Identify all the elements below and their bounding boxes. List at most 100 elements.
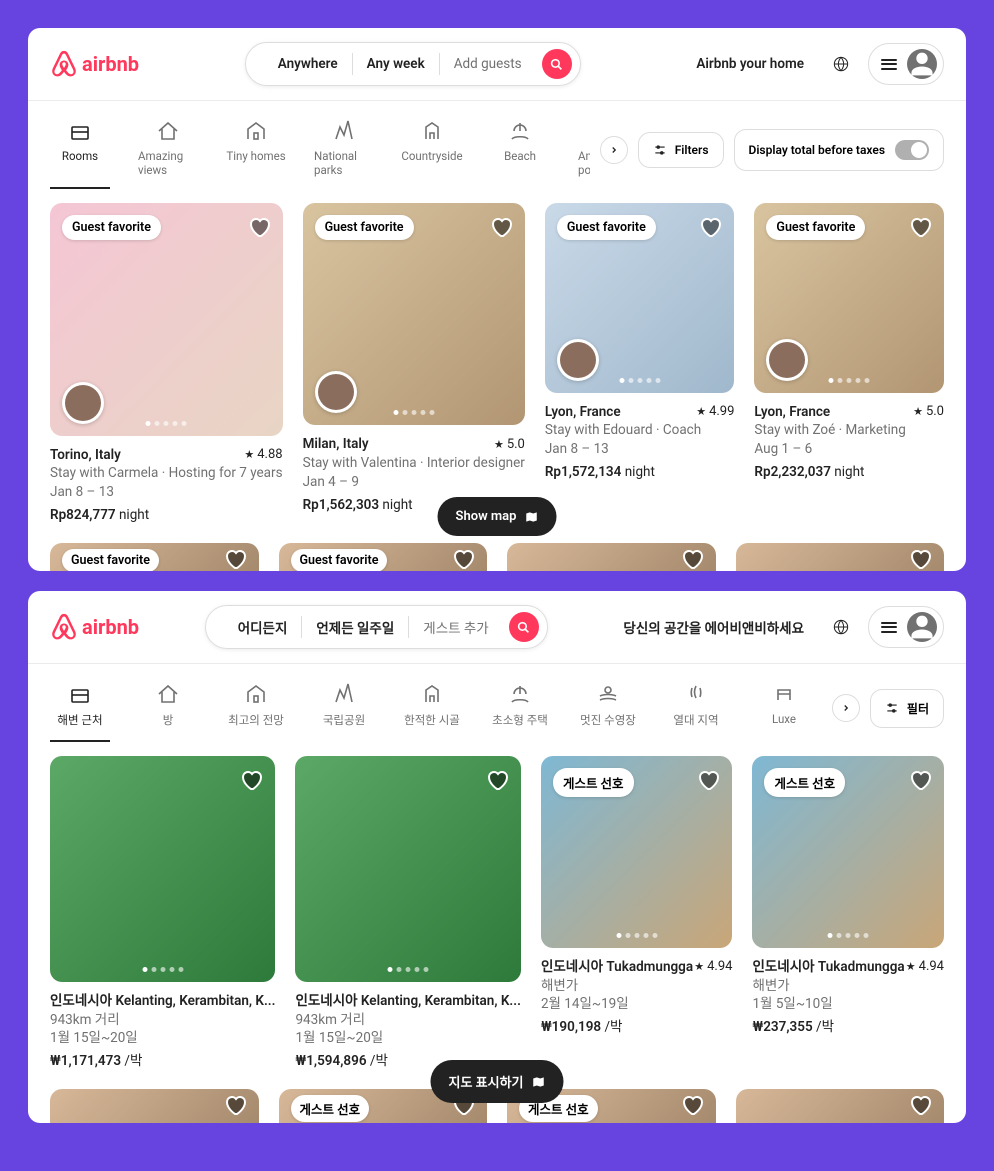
- user-menu[interactable]: [868, 43, 944, 85]
- listing-image[interactable]: [50, 1089, 259, 1123]
- listing-image[interactable]: Guest favorite: [50, 543, 259, 571]
- search-button[interactable]: [542, 49, 572, 79]
- favorite-button[interactable]: [223, 547, 247, 571]
- favorite-button[interactable]: [908, 547, 932, 571]
- host-link[interactable]: 당신의 공간을 에어비앤비하세요: [613, 609, 814, 645]
- listing-image[interactable]: 게스트 선호: [752, 756, 944, 948]
- listing-card[interactable]: Guest favoriteLyon, France5.0Stay with Z…: [754, 203, 944, 525]
- category-해변-근처[interactable]: 해변 근처: [50, 674, 110, 742]
- category-초소형-주택[interactable]: 초소형 주택: [490, 674, 550, 742]
- listing-card[interactable]: Guest favorite: [279, 543, 488, 571]
- listing-image[interactable]: [295, 756, 520, 981]
- airbnb-en-view: airbnb Anywhere Any week Add guests Airb…: [28, 28, 966, 571]
- map-icon: [532, 1075, 546, 1089]
- search-who[interactable]: Add guests: [440, 56, 536, 72]
- category-방[interactable]: 방: [138, 674, 198, 742]
- category-icon: [332, 119, 356, 143]
- listing-card[interactable]: 인도네시아 Kelanting, Kerambitan, K...943km 거…: [295, 756, 520, 1071]
- category-label: Amazing views: [138, 149, 198, 177]
- header: airbnb 어디든지 언제든 일주일 게스트 추가 당신의 공간을 에어비앤비…: [28, 591, 966, 664]
- category-national-parks[interactable]: National parks: [314, 111, 374, 189]
- listing-rating: 4.99: [696, 403, 734, 421]
- category-최고의-전망[interactable]: 최고의 전망: [226, 674, 286, 742]
- listing-dates: 2월 14일~19일: [541, 995, 733, 1014]
- search-where[interactable]: 어디든지: [224, 617, 302, 637]
- search-when[interactable]: Any week: [353, 56, 439, 72]
- search-button[interactable]: [509, 612, 539, 642]
- language-button[interactable]: [824, 47, 858, 81]
- category-amazing-pools[interactable]: Amazing pools: [578, 111, 590, 189]
- listing-card[interactable]: Guest favoriteLyon, France4.99Stay with …: [545, 203, 735, 525]
- listing-card[interactable]: 게스트 선호인도네시아 Tukadmungga4.94해변가1월 5일~10일₩…: [752, 756, 944, 1071]
- category-한적한-시골[interactable]: 한적한 시골: [402, 674, 462, 742]
- listing-image[interactable]: Guest favorite: [50, 203, 283, 436]
- search-who[interactable]: 게스트 추가: [409, 617, 502, 637]
- search-when[interactable]: 언제든 일주일: [302, 617, 408, 637]
- favorite-button[interactable]: [908, 1093, 932, 1117]
- listing-subtitle: Stay with Edouard · Coach: [545, 421, 735, 440]
- listing-image[interactable]: [50, 756, 275, 981]
- listing-image[interactable]: [507, 543, 716, 571]
- listing-card[interactable]: [736, 543, 945, 571]
- favorite-button[interactable]: [908, 768, 932, 792]
- favorite-button[interactable]: [247, 215, 271, 239]
- header: airbnb Anywhere Any week Add guests Airb…: [28, 28, 966, 101]
- listing-card[interactable]: 인도네시아 Kelanting, Kerambitan, K...943km 거…: [50, 756, 275, 1071]
- category-멋진-수영장[interactable]: 멋진 수영장: [578, 674, 638, 742]
- listing-image[interactable]: 게스트 선호: [541, 756, 733, 948]
- category-tiny-homes[interactable]: Tiny homes: [226, 111, 286, 189]
- listing-image[interactable]: Guest favorite: [279, 543, 488, 571]
- category-beach[interactable]: Beach: [490, 111, 550, 189]
- listing-card[interactable]: Guest favoriteMilan, Italy5.0Stay with V…: [303, 203, 525, 525]
- favorite-button[interactable]: [696, 768, 720, 792]
- listing-image[interactable]: Guest favorite: [303, 203, 525, 425]
- listing-image[interactable]: [736, 1089, 945, 1123]
- scroll-right-button[interactable]: [600, 136, 628, 164]
- logo[interactable]: airbnb: [50, 50, 139, 78]
- listing-card[interactable]: [50, 1089, 259, 1123]
- favorite-button[interactable]: [489, 215, 513, 239]
- favorite-button[interactable]: [451, 547, 475, 571]
- favorite-button[interactable]: [680, 1093, 704, 1117]
- guest-favorite-badge: 게스트 선호: [764, 768, 845, 797]
- category-luxe[interactable]: Luxe: [754, 674, 814, 742]
- listing-price: Rp824,777 night: [50, 502, 283, 525]
- listing-card[interactable]: [507, 543, 716, 571]
- listing-card[interactable]: Guest favoriteTorino, Italy4.88Stay with…: [50, 203, 283, 525]
- category-국립공원[interactable]: 국립공원: [314, 674, 374, 742]
- favorite-button[interactable]: [223, 1093, 247, 1117]
- listing-image[interactable]: [736, 543, 945, 571]
- listing-card[interactable]: Guest favorite: [50, 543, 259, 571]
- language-button[interactable]: [824, 610, 858, 644]
- favorite-button[interactable]: [239, 768, 263, 792]
- listing-location: Milan, Italy: [303, 435, 369, 454]
- search-where[interactable]: Anywhere: [264, 56, 352, 72]
- listing-image[interactable]: Guest favorite: [754, 203, 944, 393]
- favorite-button[interactable]: [698, 215, 722, 239]
- listing-image[interactable]: Guest favorite: [545, 203, 735, 393]
- favorite-button[interactable]: [680, 547, 704, 571]
- scroll-right-button[interactable]: [832, 694, 860, 722]
- show-map-button[interactable]: 지도 표시하기: [431, 1060, 564, 1103]
- tax-toggle[interactable]: Display total before taxes: [734, 129, 945, 171]
- listing-card[interactable]: 게스트 선호인도네시아 Tukadmungga4.94해변가2월 14일~19일…: [541, 756, 733, 1071]
- category-countryside[interactable]: Countryside: [402, 111, 462, 189]
- listing-location: 인도네시아 Tukadmungga: [541, 958, 693, 977]
- user-menu[interactable]: [868, 606, 944, 648]
- listing-location: Lyon, France: [754, 403, 830, 422]
- listing-card[interactable]: [736, 1089, 945, 1123]
- host-link[interactable]: Airbnb your home: [686, 48, 814, 80]
- show-map-button[interactable]: Show map: [438, 497, 557, 536]
- search-bar[interactable]: Anywhere Any week Add guests: [245, 42, 581, 86]
- search-bar[interactable]: 어디든지 언제든 일주일 게스트 추가: [205, 605, 548, 649]
- listing-dates: Jan 4 – 9: [303, 473, 525, 492]
- favorite-button[interactable]: [485, 768, 509, 792]
- filters-button[interactable]: Filters: [638, 132, 724, 168]
- category-열대-지역[interactable]: 열대 지역: [666, 674, 726, 742]
- category-amazing-views[interactable]: Amazing views: [138, 111, 198, 189]
- category-label: Countryside: [401, 149, 462, 163]
- filters-button[interactable]: 필터: [870, 689, 944, 728]
- favorite-button[interactable]: [908, 215, 932, 239]
- logo[interactable]: airbnb: [50, 613, 139, 641]
- category-rooms[interactable]: Rooms: [50, 111, 110, 189]
